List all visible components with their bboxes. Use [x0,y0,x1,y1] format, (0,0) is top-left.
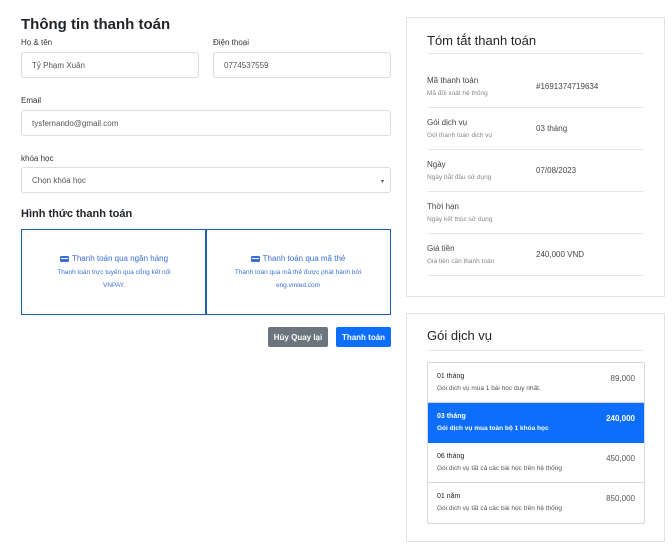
summary-row-duration: Thời hạn Ngày kết thúc sử dụng [427,192,644,234]
plan-name: 03 tháng [437,413,466,420]
name-field[interactable]: Tỷ Phạm Xuân [21,52,199,78]
summary-row-key: Ngày [427,160,446,169]
payment-summary-panel: Tóm tắt thanh toán Mã thanh toán Mã đối … [406,17,665,297]
email-field[interactable]: tysfernando@gmail.com [21,110,391,136]
plans-title: Gói dịch vụ [427,328,493,343]
summary-row-key: Thời hạn [427,202,459,211]
payment-option-card-desc-2: eng.vmied.com [275,282,321,289]
summary-row-value: #1691374719634 [536,82,599,91]
payment-method-title: Hình thức thanh toán [21,208,133,220]
plan-item-1-year[interactable]: 01 năm Gói dịch vụ tất cả các bài học tr… [428,483,644,523]
summary-row-sub: Gói thanh toán dịch vụ [427,132,493,139]
plan-desc: Gói dịch vụ tất cả các bài học trên hệ t… [437,465,563,472]
summary-row-key: Gói dịch vụ [427,118,468,127]
summary-row-sub: Giá tiền cần thanh toán [427,258,495,265]
name-label: Họ & tên [21,38,53,47]
summary-row-sub: Ngày kết thúc sử dụng [427,216,493,223]
phone-label: Điện thoại [213,38,250,47]
plan-name: 01 năm [437,493,461,500]
service-plans-panel: Gói dịch vụ 01 tháng Gói dịch vụ mua 1 b… [406,313,665,542]
course-select[interactable]: Chọn khóa học ▾ [21,167,391,193]
credit-card-icon [250,255,260,262]
summary-row-key: Mã thanh toán [427,76,479,85]
payment-option-card-title: Thanh toán qua mã thẻ [262,254,346,263]
phone-field[interactable]: 0774537559 [213,52,391,78]
course-select-value: Chọn khóa học [32,175,86,185]
plan-item-6-months[interactable]: 06 tháng Gói dịch vụ tất cả các bài học … [428,443,644,483]
cancel-button[interactable]: Hủy Quay lại [268,327,328,347]
summary-row-plan: Gói dịch vụ Gói thanh toán dịch vụ 03 th… [427,108,644,150]
payment-option-bank[interactable]: Thanh toán qua ngân hàng Thanh toán trực… [21,229,207,315]
summary-row-sub: Ngày bắt đầu sử dụng [427,174,492,181]
payment-option-card-desc: Thanh toán qua mã thẻ được phát hành bởi [234,269,362,276]
summary-row-sub: Mã đối xoát hệ thống [427,90,488,97]
summary-divider [427,53,644,54]
plan-desc: Gói dịch vụ tất cả các bài học trên hệ t… [437,505,563,512]
plans-divider [427,350,644,351]
page-title: Thông tin thanh toán [21,16,171,33]
summary-row-value: 240,000 VND [536,250,585,259]
summary-row-value: 07/08/2023 [536,166,577,175]
payment-option-bank-desc: Thanh toán trực tuyến qua cổng kết nối [57,269,171,276]
plan-list: 01 tháng Gói dịch vụ mua 1 bài học duy n… [427,362,645,524]
plan-item-1-month[interactable]: 01 tháng Gói dịch vụ mua 1 bài học duy n… [428,363,644,403]
summary-row-value: 03 tháng [536,124,568,133]
plan-name: 06 tháng [437,453,465,460]
plan-item-3-months[interactable]: 03 tháng Gói dịch vụ mua toàn bộ 1 khóa … [428,403,644,443]
payment-option-bank-desc-2: VNPAY. [102,282,126,289]
plan-desc: Gói dịch vụ mua 1 bài học duy nhất. [437,385,541,392]
email-label: Email [21,96,42,105]
summary-row-code: Mã thanh toán Mã đối xoát hệ thống #1691… [427,66,644,108]
course-label: khóa học [21,154,54,163]
plan-price: 450,000 [606,454,635,463]
summary-row-price: Giá tiền Giá tiền cần thanh toán 240,000… [427,234,644,276]
summary-row-key: Giá tiền [427,244,455,253]
plan-price: 89,000 [610,374,635,383]
plan-price: 240,000 [606,414,635,423]
plan-desc: Gói dịch vụ mua toàn bộ 1 khóa học [437,425,549,432]
bank-card-icon [59,255,69,262]
submit-payment-button[interactable]: Thanh toán [336,327,391,347]
payment-option-card[interactable]: Thanh toán qua mã thẻ Thanh toán qua mã … [205,229,391,315]
plan-price: 850,000 [606,494,635,503]
chevron-down-icon: ▾ [380,179,384,185]
plan-name: 01 tháng [437,373,465,380]
payment-option-bank-title: Thanh toán qua ngân hàng [71,254,169,263]
summary-row-date: Ngày Ngày bắt đầu sử dụng 07/08/2023 [427,150,644,192]
summary-title: Tóm tắt thanh toán [427,33,537,48]
